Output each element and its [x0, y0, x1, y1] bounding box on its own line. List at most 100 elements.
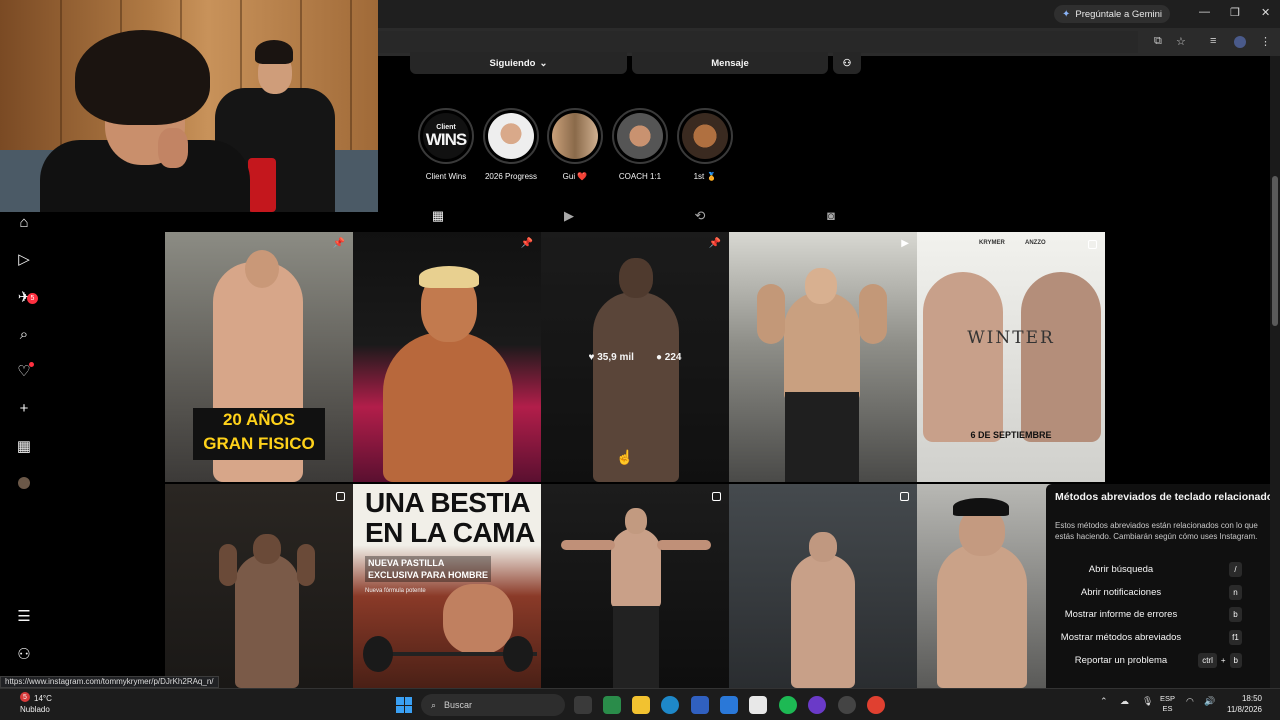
highlight-gui[interactable]: Gui ❤️ [547, 108, 603, 181]
page-scrollbar[interactable] [1270, 56, 1280, 688]
post-tile[interactable] [541, 484, 729, 688]
dashboard-icon[interactable]: ▦ [14, 436, 34, 456]
reel-icon: ▶ [901, 238, 909, 249]
weather-badge: 5 [20, 692, 30, 702]
likes-stat: ♥ 35,9 mil [588, 351, 634, 363]
tab-posts-grid-icon[interactable]: ▦ [430, 208, 446, 224]
browser-tabbar: ✦ Pregúntale a Gemini — ❐ ✕ [378, 0, 1280, 28]
notifications-dot [29, 362, 34, 367]
highlight-2026-progress[interactable]: 2026 Progress [483, 108, 539, 181]
post-caption: 20 AÑOS GRAN FISICO [193, 408, 325, 460]
profile-icon[interactable] [1234, 36, 1246, 48]
microphone-icon[interactable]: 🎙 [1142, 696, 1153, 707]
file-explorer-icon[interactable] [632, 696, 650, 714]
post-tile[interactable]: ▶ [729, 232, 917, 482]
menu-icon[interactable]: ⋮ [1260, 35, 1271, 48]
mouse-cursor: ☝ [616, 449, 634, 465]
ad-small-text: Nueva fórmula potente [365, 588, 426, 594]
edge-icon[interactable] [661, 696, 679, 714]
red-cup [248, 158, 276, 212]
tab-reposts-icon[interactable]: ⟲ [692, 208, 708, 224]
highlight-client-wins[interactable]: Client WINS Client Wins [418, 108, 474, 181]
create-icon[interactable]: + [14, 398, 34, 418]
pin-icon: 📌 [520, 238, 533, 249]
home-icon[interactable]: ⌂ [14, 212, 34, 232]
message-button[interactable]: Mensaje [632, 52, 828, 74]
tab-reels-icon[interactable]: ▶ [561, 208, 577, 224]
hover-stats-overlay: ♥ 35,9 mil ● 224 [541, 232, 729, 482]
install-icon[interactable]: ⧉ [1154, 35, 1162, 48]
suggest-users-button[interactable]: ⚇ [833, 52, 861, 74]
minimize-icon[interactable]: — [1199, 6, 1210, 18]
obs-icon[interactable] [808, 696, 826, 714]
following-label: Siguiendo [489, 57, 536, 69]
app-icon[interactable] [603, 696, 621, 714]
pin-icon: 📌 [332, 238, 345, 249]
post-tile[interactable]: 20 AÑOS GRAN FISICO 📌 [165, 232, 353, 482]
pin-icon: 📌 [708, 238, 721, 249]
shortcut-error-report[interactable]: Mostrar informe de errores b [1046, 607, 1270, 625]
more-menu-icon[interactable]: ☰ [14, 606, 34, 626]
task-view-icon[interactable] [574, 696, 592, 714]
tray-chevron-icon[interactable]: ⌃ [1100, 696, 1108, 707]
ad-subtitle: NUEVA PASTILLA EXCLUSIVA PARA HOMBRE [365, 556, 492, 582]
client-wins-cover: Client WINS [423, 113, 469, 159]
post-tile-hovered[interactable]: ♥ 35,9 mil ● 224 📌 [541, 232, 729, 482]
windows-start-button[interactable] [396, 697, 412, 713]
carousel-icon [1088, 240, 1097, 249]
chrome-active-icon[interactable] [867, 696, 885, 714]
shortcut-open-notifications[interactable]: Abrir notificaciones n [1046, 585, 1270, 603]
windows-taskbar: 14°C Nublado 5 ⌕ Buscar ⌃ ☁ 🎙 ESP ES ◠ 🔊… [0, 688, 1280, 720]
comments-stat: ● 224 [655, 351, 682, 363]
close-icon[interactable]: ✕ [1261, 6, 1270, 19]
restore-icon[interactable]: ❐ [1230, 6, 1240, 19]
profile-avatar[interactable] [14, 473, 34, 493]
shortcut-open-search[interactable]: Abrir búsqueda / [1046, 562, 1270, 580]
post-tile[interactable]: 📌 [353, 232, 541, 482]
shortcuts-title: Métodos abreviados de teclado relacionad… [1055, 491, 1280, 503]
shortcut-show-shortcuts[interactable]: Mostrar métodos abreviados f1 [1046, 630, 1270, 648]
highlight-coach[interactable]: COACH 1:1 [612, 108, 668, 181]
event-title: WINTER [967, 328, 1055, 348]
carousel-icon [712, 492, 721, 501]
gemini-button[interactable]: ✦ Pregúntale a Gemini [1054, 5, 1170, 23]
meta-apps-icon[interactable]: ⚇ [14, 644, 34, 664]
shortcut-report-problem[interactable]: Reportar un problema ctrl + b [1046, 653, 1270, 671]
mail-icon[interactable] [720, 696, 738, 714]
highlight-label: 2026 Progress [484, 172, 538, 181]
highlight-label: 1st 🏅 [693, 172, 717, 181]
clock[interactable]: 18:50 11/8/2026 [1220, 693, 1262, 715]
comment-icon: ● [655, 351, 662, 363]
keyboard-shortcuts-panel: Métodos abreviados de teclado relacionad… [1046, 484, 1279, 688]
store-icon[interactable] [691, 696, 709, 714]
post-tile[interactable] [165, 484, 353, 688]
carousel-icon [336, 492, 345, 501]
fighter-left-name: KRYMER [979, 240, 1005, 246]
reels-icon[interactable]: ▷ [14, 249, 34, 269]
volume-icon[interactable]: 🔊 [1204, 696, 1215, 707]
post-tile[interactable]: KRYMER ANZZO WINTER 6 DE SEPTIEMBRE [917, 232, 1105, 482]
scrollbar-thumb[interactable] [1272, 176, 1278, 326]
following-button[interactable]: Siguiendo ⌄ [410, 52, 627, 74]
language-indicator[interactable]: ESP ES [1160, 694, 1175, 714]
search-placeholder: Buscar [444, 700, 473, 710]
search-icon: ⌕ [431, 699, 437, 710]
post-tile[interactable]: UNA BESTIA EN LA CAMA NUEVA PASTILLA EXC… [353, 484, 541, 688]
post-tile[interactable] [729, 484, 917, 688]
chrome-icon[interactable] [749, 696, 767, 714]
media-icon[interactable]: ≡ [1210, 35, 1216, 47]
gemini-label: Pregúntale a Gemini [1075, 8, 1162, 20]
tab-tagged-icon[interactable]: ◙ [823, 208, 839, 224]
app-icon[interactable] [838, 696, 856, 714]
heart-icon: ♥ [588, 351, 595, 363]
highlight-1st[interactable]: 1st 🏅 [677, 108, 733, 181]
taskbar-search[interactable]: ⌕ Buscar [421, 694, 565, 716]
tray-app-icon[interactable]: ☁ [1120, 696, 1129, 707]
search-icon[interactable]: ⌕ [14, 324, 34, 344]
message-label: Mensaje [711, 57, 749, 69]
spotify-icon[interactable] [779, 696, 797, 714]
wifi-icon[interactable]: ◠ [1186, 696, 1194, 707]
star-icon[interactable]: ☆ [1176, 35, 1186, 48]
add-user-icon: ⚇ [842, 57, 852, 69]
omnibox[interactable] [378, 31, 1138, 53]
